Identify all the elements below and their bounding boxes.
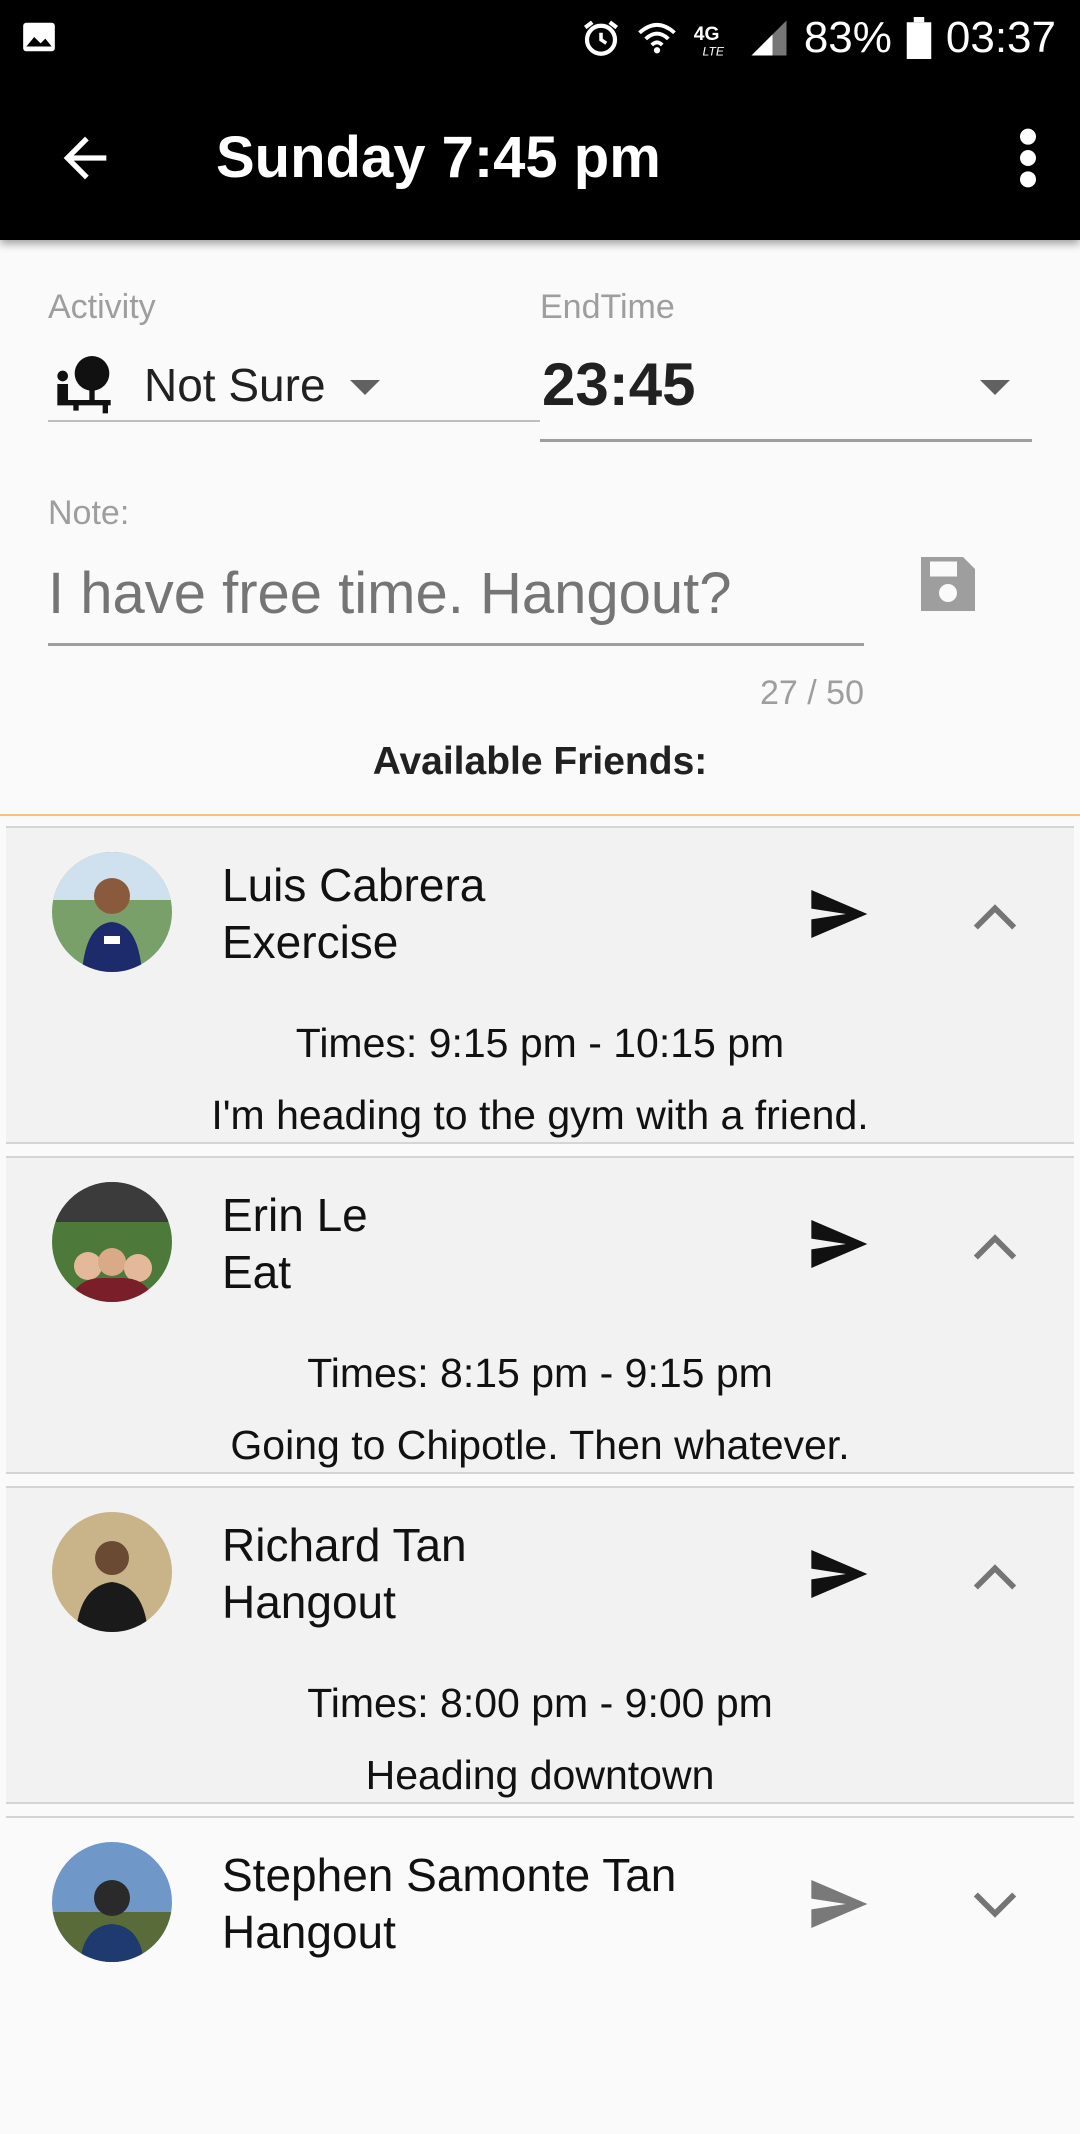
send-icon[interactable] (802, 882, 874, 946)
available-friends-heading: Available Friends: (372, 740, 708, 783)
friend-card[interactable]: Luis Cabrera Exercise Times: 9:15 pm - 1… (6, 826, 1074, 1144)
note-char-counter: 27 / 50 (760, 674, 864, 712)
friend-times: Times: 9:15 pm - 10:15 pm (295, 1020, 785, 1066)
svg-text:4G: 4G (694, 24, 720, 45)
note-label: Note: (48, 494, 130, 532)
endtime-label: EndTime (540, 288, 675, 326)
friend-note: Heading downtown (365, 1752, 715, 1798)
friend-times: Times: 8:00 pm - 9:00 pm (307, 1680, 773, 1726)
chevron-down-icon[interactable] (972, 1890, 1018, 1922)
clock: 03:37 (945, 13, 1056, 62)
dropdown-caret-icon (350, 380, 380, 395)
friend-times: Times: 8:15 pm - 9:15 pm (307, 1350, 773, 1396)
svg-text:LTE: LTE (702, 45, 724, 59)
send-icon[interactable] (802, 1542, 874, 1606)
friend-name: Richard Tan (222, 1519, 467, 1571)
friend-card[interactable]: Stephen Samonte Tan Hangout (6, 1816, 1074, 2134)
send-icon[interactable] (802, 1872, 874, 1936)
friend-activity: Eat (222, 1246, 292, 1298)
activity-value: Not Sure (144, 359, 326, 411)
activity-select[interactable]: Not Sure (48, 350, 540, 422)
friend-name: Luis Cabrera (222, 859, 486, 911)
app-bar: Sunday 7:45 pm (0, 76, 1080, 240)
hangout-person-icon (57, 356, 111, 414)
endtime-value: 23:45 (542, 351, 696, 418)
send-icon[interactable] (802, 1212, 874, 1276)
status-bar: 4G LTE 83% 03:37 (0, 0, 1080, 76)
save-icon[interactable] (912, 548, 984, 620)
friend-card[interactable]: Erin Le Eat Times: 8:15 pm - 9:15 pm Goi… (6, 1156, 1074, 1474)
friend-activity: Hangout (222, 1576, 396, 1628)
friend-note: I'm heading to the gym with a friend. (211, 1092, 869, 1138)
arrow-back-icon[interactable] (50, 126, 120, 190)
avatar (52, 1842, 172, 1962)
dropdown-caret-icon (980, 380, 1010, 395)
chevron-up-icon[interactable] (972, 1230, 1018, 1262)
chevron-up-icon[interactable] (972, 900, 1018, 932)
lte-icon: 4G LTE (694, 24, 725, 59)
chevron-up-icon[interactable] (972, 1560, 1018, 1592)
activity-label: Activity (48, 288, 156, 326)
note-field-wrapper (48, 548, 864, 646)
section-divider (0, 814, 1080, 816)
friend-activity: Hangout (222, 1906, 396, 1958)
friend-name: Erin Le (222, 1189, 368, 1241)
image-icon (23, 22, 55, 52)
avatar (52, 852, 172, 972)
battery-percent: 83% (803, 13, 892, 62)
signal-icon (751, 20, 787, 56)
friend-name: Stephen Samonte Tan (222, 1849, 677, 1901)
wifi-icon (638, 22, 676, 54)
alarm-icon (583, 20, 618, 56)
note-input[interactable] (48, 548, 864, 638)
avatar (52, 1182, 172, 1302)
battery-icon (906, 17, 932, 59)
friend-activity: Exercise (222, 916, 399, 968)
page-title: Sunday 7:45 pm (216, 125, 661, 190)
more-vert-icon[interactable] (1016, 126, 1040, 190)
friend-card[interactable]: Richard Tan Hangout Times: 8:00 pm - 9:0… (6, 1486, 1074, 1804)
endtime-select[interactable]: 23:45 (540, 350, 1032, 442)
friend-note: Going to Chipotle. Then whatever. (230, 1422, 850, 1468)
avatar (52, 1512, 172, 1632)
